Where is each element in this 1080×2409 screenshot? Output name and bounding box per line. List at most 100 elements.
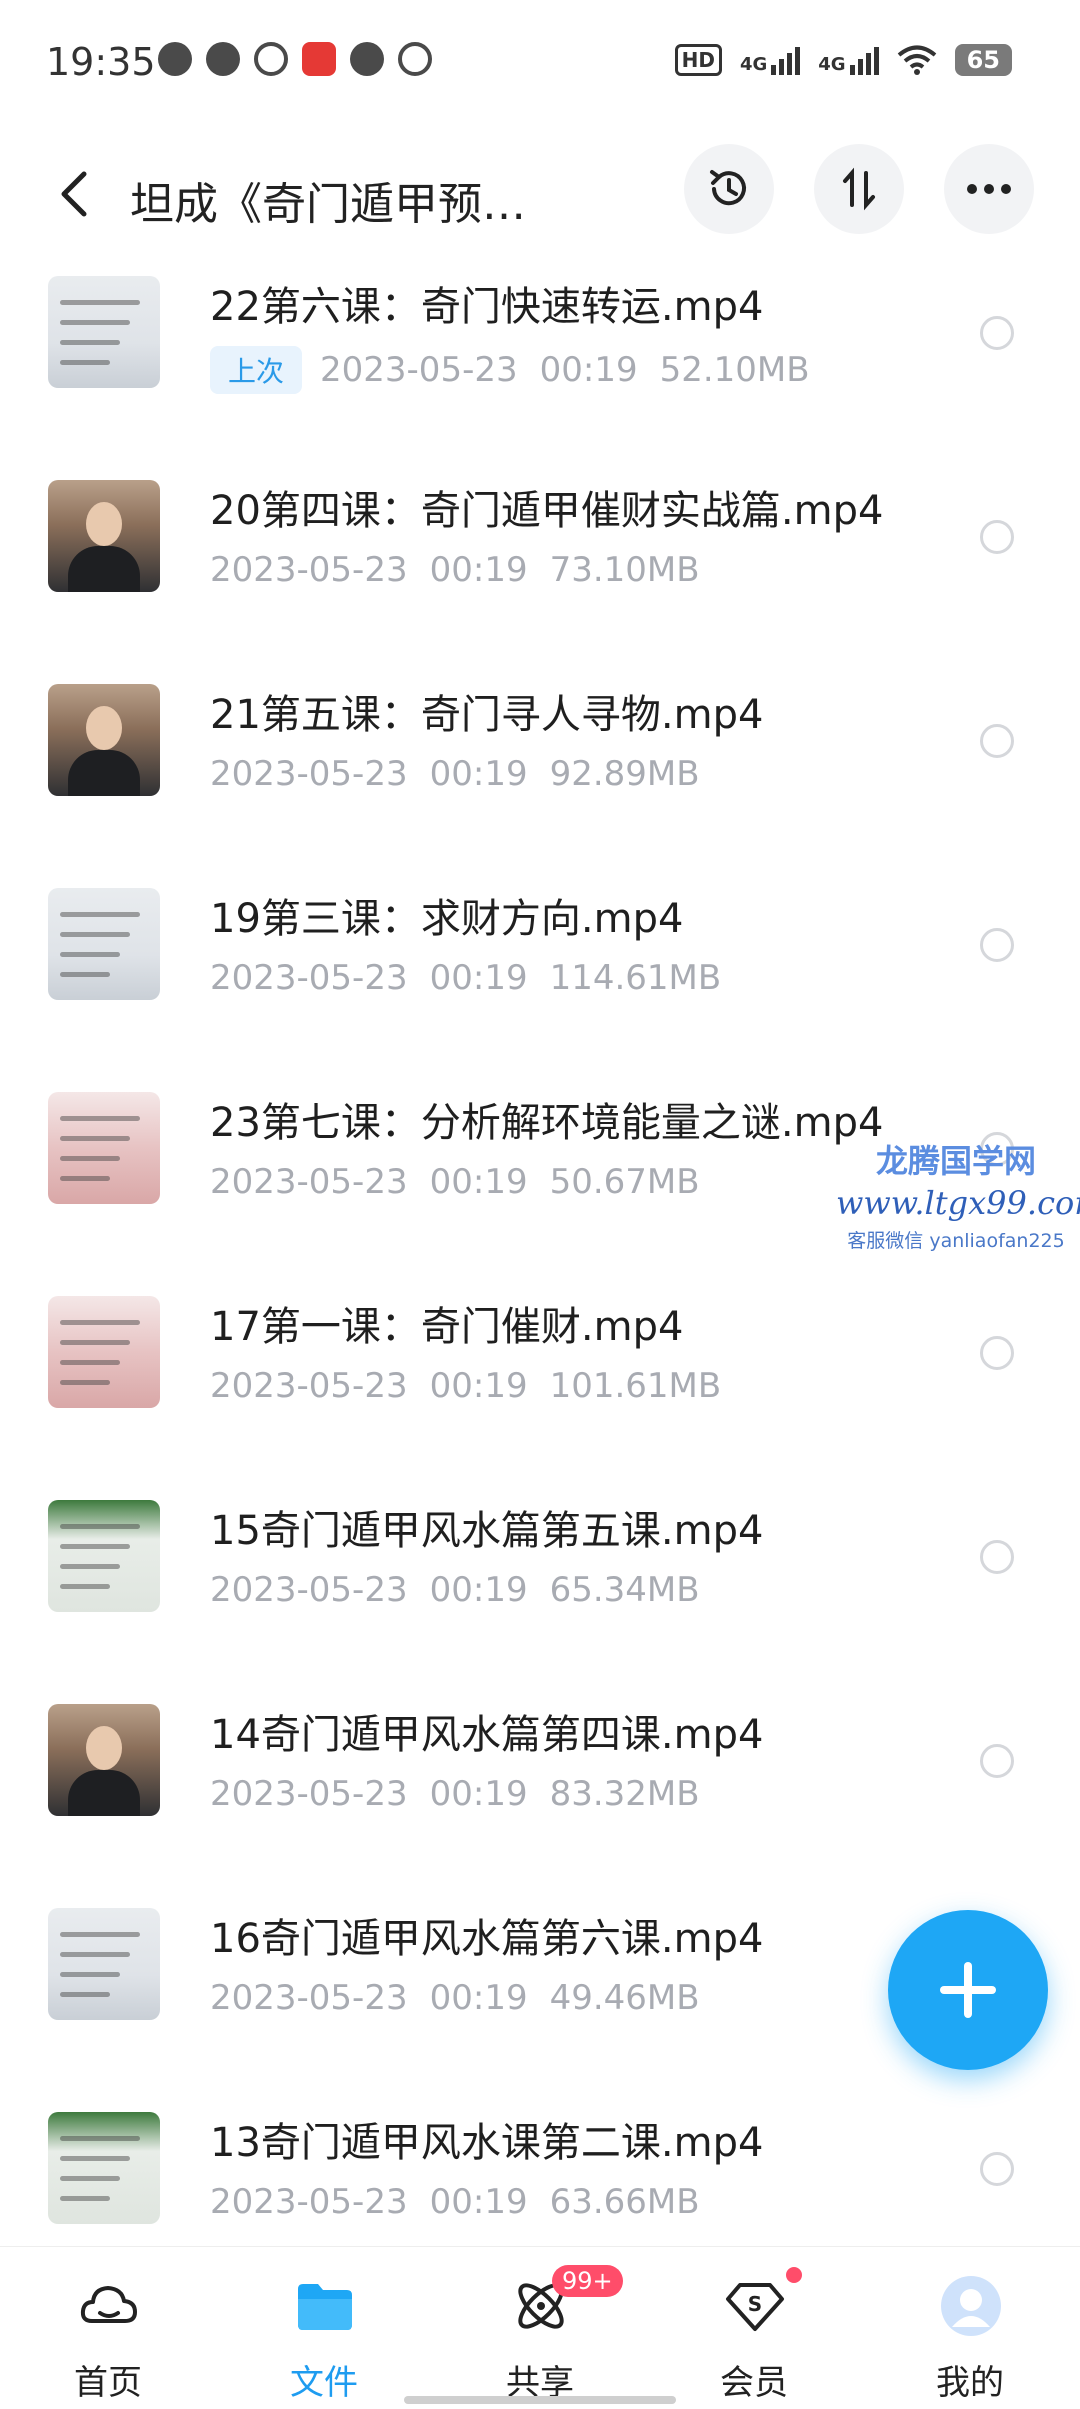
select-radio[interactable] — [980, 2152, 1014, 2186]
more-button[interactable] — [944, 144, 1034, 234]
nav-files-label: 文件 — [290, 2363, 358, 2403]
thumbnail-text-line — [60, 1972, 120, 1977]
thumbnail-text-line — [60, 1340, 130, 1345]
file-time: 00:19 — [429, 1570, 528, 1610]
file-time: 00:19 — [429, 1774, 528, 1814]
file-row[interactable]: 20第四课：奇门遁甲催财实战篇.mp4 2023-05-23 00:19 73.… — [0, 460, 1080, 664]
file-date: 2023-05-23 — [210, 754, 408, 794]
file-row[interactable]: 19第三课：求财方向.mp4 2023-05-23 00:19 114.61MB — [0, 868, 1080, 1072]
video-thumbnail — [48, 480, 160, 592]
file-meta: 2023-05-23 00:19 50.67MB — [210, 1162, 700, 1202]
thumbnail-text-line — [60, 2156, 130, 2161]
file-date: 2023-05-23 — [320, 350, 518, 390]
nav-share[interactable]: 99+ 共享 — [460, 2247, 623, 2409]
select-radio[interactable] — [980, 316, 1014, 350]
sort-button[interactable] — [814, 144, 904, 234]
thumbnail-text-line — [60, 340, 120, 345]
file-meta: 2023-05-23 00:19 73.10MB — [210, 550, 700, 590]
video-thumbnail — [48, 2112, 160, 2224]
thumbnail-text-line — [60, 1584, 110, 1589]
file-size: 83.32MB — [549, 1774, 700, 1814]
app-face-icon — [206, 42, 240, 76]
last-viewed-badge: 上次 — [210, 346, 303, 394]
file-row[interactable]: 14奇门遁甲风水篇第四课.mp4 2023-05-23 00:19 83.32M… — [0, 1684, 1080, 1888]
file-size: 73.10MB — [549, 550, 700, 590]
watermark-url: www.ltgx99.com — [836, 1184, 1080, 1222]
system-icons: HD 4G 4G 65 — [674, 44, 1012, 76]
thumbnail-text-line — [60, 2136, 140, 2141]
file-name: 17第一课：奇门催财.mp4 — [210, 1304, 684, 1350]
vip-notification-dot — [786, 2267, 802, 2283]
video-thumbnail — [48, 888, 160, 1000]
cloud-home-icon — [80, 2286, 137, 2323]
file-name: 23第七课：分析解环境能量之谜.mp4 — [210, 1100, 884, 1146]
thumbnail-text-line — [60, 1320, 140, 1325]
thumbnail-text-line — [60, 1116, 140, 1121]
file-meta: 上次 2023-05-23 00:19 52.10MB — [210, 346, 810, 394]
file-date: 2023-05-23 — [210, 1366, 408, 1406]
vip-diamond-icon: S — [726, 2283, 784, 2331]
back-arrow-icon[interactable] — [44, 162, 108, 226]
file-row[interactable]: 21第五课：奇门寻人寻物.mp4 2023-05-23 00:19 92.89M… — [0, 664, 1080, 868]
history-button[interactable] — [684, 144, 774, 234]
history-icon — [710, 170, 746, 206]
file-row[interactable]: 17第一课：奇门催财.mp4 2023-05-23 00:19 101.61MB — [0, 1276, 1080, 1480]
select-radio[interactable] — [980, 928, 1014, 962]
app-notification-icon — [302, 42, 336, 76]
file-name: 20第四课：奇门遁甲催财实战篇.mp4 — [210, 488, 884, 534]
notification-icons — [158, 42, 432, 76]
thumbnail-text-line — [60, 932, 130, 937]
thumbnail-text-line — [60, 912, 140, 917]
nav-files[interactable]: 文件 — [244, 2247, 404, 2409]
signal-4g-icon: 4G — [740, 45, 801, 75]
file-row[interactable]: 22第六课：奇门快速转运.mp4 上次 2023-05-23 00:19 52.… — [0, 256, 1080, 460]
svg-text:S: S — [748, 2292, 762, 2316]
file-meta: 2023-05-23 00:19 65.34MB — [210, 1570, 700, 1610]
nav-vip[interactable]: S 会员 — [674, 2247, 834, 2409]
thumbnail-text-line — [60, 1564, 120, 1569]
file-name: 16奇门遁甲风水篇第六课.mp4 — [210, 1916, 764, 1962]
select-radio[interactable] — [980, 1336, 1014, 1370]
nav-profile[interactable]: 我的 — [890, 2247, 1050, 2409]
select-radio[interactable] — [980, 724, 1014, 758]
file-row[interactable]: 15奇门遁甲风水篇第五课.mp4 2023-05-23 00:19 65.34M… — [0, 1480, 1080, 1684]
thumbnail-body — [68, 1770, 140, 1816]
thumbnail-person — [86, 1726, 122, 1770]
file-name: 21第五课：奇门寻人寻物.mp4 — [210, 692, 764, 738]
file-time: 00:19 — [429, 550, 528, 590]
header: 坦成《奇门遁甲预… — [0, 138, 1080, 258]
file-time: 00:19 — [539, 350, 638, 390]
add-button[interactable] — [888, 1910, 1048, 2070]
file-size: 114.61MB — [549, 958, 722, 998]
home-indicator — [404, 2396, 676, 2404]
select-radio[interactable] — [980, 520, 1014, 554]
file-date: 2023-05-23 — [210, 2182, 408, 2222]
file-name: 22第六课：奇门快速转运.mp4 — [210, 284, 764, 330]
thumbnail-text-line — [60, 1136, 130, 1141]
video-thumbnail — [48, 684, 160, 796]
status-bar: 19:35 HD 4G 4G 65 — [0, 0, 1080, 130]
thumbnail-text-line — [60, 2196, 110, 2201]
file-meta: 2023-05-23 00:19 114.61MB — [210, 958, 721, 998]
video-thumbnail — [48, 1296, 160, 1408]
signal-4g-icon-2: 4G — [818, 45, 879, 75]
thumbnail-text-line — [60, 300, 140, 305]
file-meta: 2023-05-23 00:19 83.32MB — [210, 1774, 700, 1814]
file-time: 00:19 — [429, 2182, 528, 2222]
thumbnail-text-line — [60, 972, 110, 977]
thumbnail-text-line — [60, 1360, 120, 1365]
thumbnail-text-line — [60, 1932, 140, 1937]
thumbnail-text-line — [60, 1992, 110, 1997]
file-meta: 2023-05-23 00:19 63.66MB — [210, 2182, 700, 2222]
file-date: 2023-05-23 — [210, 958, 408, 998]
file-size: 65.34MB — [549, 1570, 700, 1610]
nav-home[interactable]: 首页 — [28, 2247, 188, 2409]
file-size: 92.89MB — [549, 754, 700, 794]
file-size: 52.10MB — [659, 350, 810, 390]
file-date: 2023-05-23 — [210, 550, 408, 590]
select-radio[interactable] — [980, 1540, 1014, 1574]
file-date: 2023-05-23 — [210, 1978, 408, 2018]
file-size: 101.61MB — [549, 1366, 722, 1406]
hd-icon: HD — [674, 44, 722, 76]
select-radio[interactable] — [980, 1744, 1014, 1778]
